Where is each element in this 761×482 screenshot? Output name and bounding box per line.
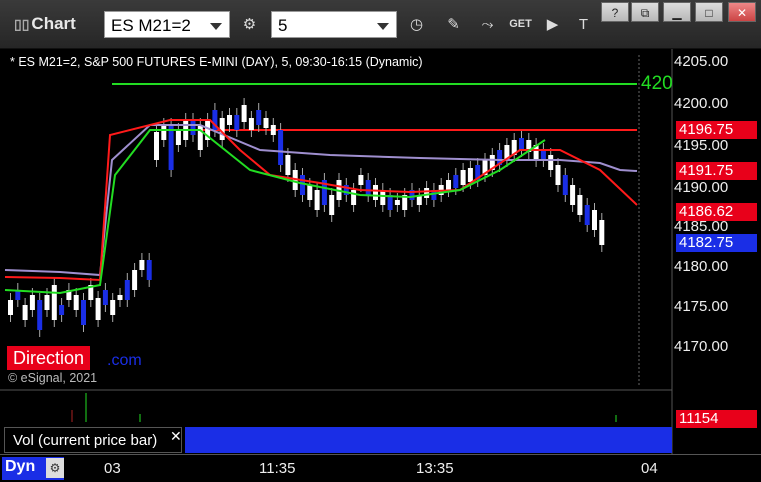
time-axis-label: 04	[641, 460, 658, 477]
candle-body	[460, 170, 466, 185]
candle-body	[241, 105, 247, 122]
time-axis-label: 13:35	[416, 460, 454, 477]
candle-body	[124, 280, 130, 300]
candle-body	[256, 110, 262, 125]
candle-body	[380, 190, 386, 205]
red-mid-tag: 4191.75	[676, 162, 757, 180]
candle-body	[584, 205, 590, 225]
candle-body	[446, 180, 451, 190]
green-average-line	[4, 129, 546, 295]
candles-group	[8, 98, 605, 337]
candle-body	[95, 298, 101, 320]
candle-body	[190, 120, 196, 135]
candle-body	[110, 300, 116, 315]
candle-body	[22, 305, 28, 320]
candle-body	[307, 185, 313, 200]
red-average-line	[4, 119, 638, 282]
candle-body	[29, 295, 35, 310]
volume-bars-group	[71, 393, 617, 422]
candle-body	[548, 155, 554, 170]
candle-body	[300, 175, 305, 195]
candle-body	[227, 115, 232, 125]
candle-body	[453, 175, 459, 188]
candle-body	[37, 300, 43, 330]
candle-body	[555, 165, 561, 185]
price-axis-label: 4200.00	[674, 95, 729, 112]
candle-body	[51, 285, 57, 320]
candle-body	[59, 305, 65, 315]
candle-body	[424, 188, 430, 198]
green-line-label: 420	[641, 73, 673, 94]
time-axis-label: 11:35	[259, 460, 296, 477]
candle-body	[44, 295, 50, 310]
candle-body	[270, 125, 276, 135]
candle-body	[278, 130, 284, 165]
candle-body	[219, 118, 225, 140]
candle-body	[599, 220, 605, 245]
price-axis-label: 4205.00	[674, 53, 729, 70]
candle-body	[562, 175, 568, 195]
red-low-tag: 4186.62	[676, 203, 757, 221]
candle-body	[358, 175, 364, 185]
candle-body	[81, 300, 86, 325]
candle-body	[139, 260, 145, 270]
volume-pane-bar	[185, 427, 672, 453]
price-axis-label: 4195.00	[674, 137, 729, 154]
candle-body	[467, 168, 473, 182]
price-axis-label: 4170.00	[674, 338, 729, 355]
candle-body	[519, 138, 524, 150]
price-axis-label: 4190.00	[674, 179, 729, 196]
chart-header: * ES M21=2, S&P 500 FUTURES E-MINI (DAY)…	[10, 55, 423, 69]
candle-body	[394, 200, 400, 205]
candle-body	[161, 125, 167, 140]
candle-body	[102, 290, 108, 305]
candle-body	[73, 295, 79, 310]
link-fragment[interactable]: .com	[107, 352, 142, 370]
time-axis-label: 03	[104, 460, 121, 477]
direction-label: Direction	[7, 346, 91, 370]
candle-body	[175, 130, 181, 145]
candle-body	[577, 195, 583, 215]
candle-body	[592, 210, 597, 230]
volume-tag: 11154	[676, 410, 757, 428]
candle-body	[117, 295, 123, 300]
candle-body	[314, 190, 320, 210]
price-axis-label: 4180.00	[674, 258, 729, 275]
candle-body	[540, 150, 546, 160]
candle-body	[168, 125, 174, 170]
candle-body	[570, 185, 576, 205]
price-axis-label: 4175.00	[674, 298, 729, 315]
candle-body	[285, 155, 291, 175]
close-pane-icon[interactable]: ✕	[170, 428, 182, 445]
copyright-watermark: © eSignal, 2021	[8, 371, 98, 385]
candle-body	[351, 190, 357, 205]
candle-body	[329, 195, 335, 215]
footer-label: Dyn	[5, 458, 36, 475]
candle-body	[365, 180, 371, 195]
candle-body	[373, 185, 378, 200]
time-axis: Dyn ⚙ 03 11:35 13:35 04	[0, 454, 761, 482]
candle-body	[132, 270, 138, 290]
candle-body	[154, 132, 159, 160]
purple-average-line	[4, 124, 638, 277]
candle-body	[8, 300, 13, 315]
last-price-tag: 4182.75	[676, 234, 757, 252]
candle-body	[234, 115, 240, 130]
candle-body	[197, 125, 203, 150]
candle-body	[248, 118, 254, 130]
candle-body	[263, 118, 269, 128]
settings-icon[interactable]: ⚙	[46, 458, 64, 478]
candle-body	[146, 260, 152, 280]
red-high-tag: 4196.75	[676, 121, 757, 139]
volume-pane-label: Vol (current price bar)	[4, 427, 182, 453]
